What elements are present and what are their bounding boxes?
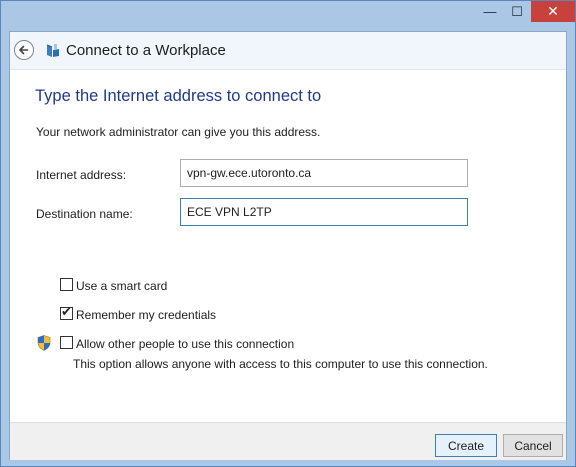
- instruction-text: Your network administrator can give you …: [36, 125, 321, 139]
- uac-shield-icon: [37, 335, 51, 351]
- remember-credentials-checkbox[interactable]: ✔: [60, 304, 73, 320]
- internet-address-label: Internet address:: [36, 168, 127, 182]
- remember-credentials-label[interactable]: Remember my credentials: [76, 308, 216, 322]
- minimize-button[interactable]: —: [477, 1, 503, 22]
- back-button[interactable]: [14, 40, 34, 60]
- back-arrow-icon: [19, 45, 29, 55]
- dialog-client: Connect to a Workplace Type the Internet…: [9, 31, 567, 460]
- title-bar[interactable]: — ☐ ✕: [1, 1, 575, 31]
- vpn-workplace-icon: [46, 44, 59, 57]
- close-button[interactable]: ✕: [531, 1, 575, 22]
- maximize-button[interactable]: ☐: [504, 1, 530, 22]
- smart-card-label[interactable]: Use a smart card: [76, 279, 167, 293]
- dialog-title: Connect to a Workplace: [66, 42, 226, 59]
- smart-card-checkbox[interactable]: [60, 278, 73, 291]
- cancel-button[interactable]: Cancel: [503, 434, 563, 457]
- header-divider: [10, 69, 566, 70]
- page-heading: Type the Internet address to connect to: [35, 87, 322, 105]
- dialog-window: — ☐ ✕ Connect to a Workplace Type the In…: [0, 0, 576, 467]
- allow-others-label[interactable]: Allow other people to use this connectio…: [76, 337, 294, 351]
- checkmark-icon: ✔: [61, 304, 72, 319]
- destination-name-label: Destination name:: [36, 207, 133, 221]
- internet-address-input[interactable]: vpn-gw.ece.utoronto.ca: [180, 159, 468, 187]
- allow-others-checkbox[interactable]: [60, 336, 73, 349]
- allow-others-note: This option allows anyone with access to…: [73, 357, 488, 371]
- dialog-header: Connect to a Workplace: [10, 32, 566, 69]
- create-button[interactable]: Create: [435, 434, 497, 457]
- button-bar: Create Cancel: [10, 422, 566, 460]
- destination-name-input[interactable]: ECE VPN L2TP: [180, 198, 468, 226]
